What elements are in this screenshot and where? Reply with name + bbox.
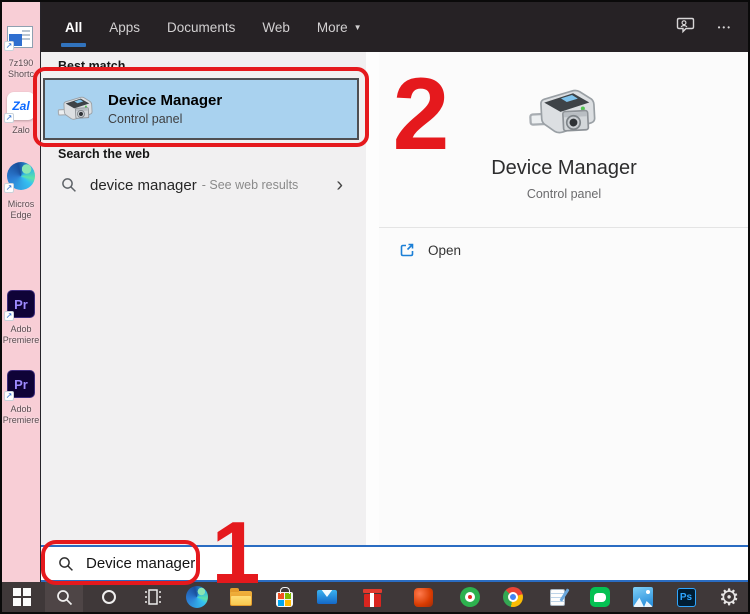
- best-match-title: Device Manager: [108, 92, 222, 109]
- taskbar-search-button[interactable]: [45, 582, 83, 612]
- search-icon: [61, 177, 77, 193]
- options-ellipsis-icon[interactable]: •••: [718, 23, 732, 32]
- tab-web[interactable]: Web: [262, 2, 290, 52]
- gift-icon: [364, 594, 381, 607]
- taskbar-gift-app[interactable]: [357, 582, 387, 612]
- windows-logo-icon: [13, 588, 31, 606]
- tab-more[interactable]: More ▼: [317, 2, 362, 52]
- store-icon: [276, 592, 293, 607]
- desktop-icon-label: Zalo: [2, 125, 40, 136]
- gear-icon: ⚙: [719, 586, 740, 609]
- web-result-device-manager[interactable]: device manager - See web results ›: [43, 166, 359, 204]
- taskbar-chrome[interactable]: [498, 582, 528, 612]
- text-caret: [197, 555, 199, 573]
- dartboard-icon: [460, 587, 480, 607]
- web-result-suffix: - See web results: [202, 178, 299, 192]
- shortcut-arrow-icon: ↗: [4, 41, 14, 51]
- open-icon: [399, 242, 415, 258]
- results-panel: Best match Devic: [41, 52, 366, 545]
- preview-title: Device Manager: [379, 157, 749, 180]
- desktop-icon-label: Premiere: [2, 415, 40, 426]
- desktop-icon-premiere-2[interactable]: Pr ↗: [7, 370, 35, 398]
- chevron-right-icon[interactable]: ›: [336, 175, 343, 195]
- scrollbar[interactable]: [366, 52, 379, 545]
- chrome-icon: [503, 587, 523, 607]
- desktop-background: ↗ 7z190 Shortc Zal ↗ Zalo ↗ Micros Edge …: [2, 2, 40, 582]
- device-manager-icon: [57, 93, 95, 126]
- feedback-icon[interactable]: [676, 16, 696, 39]
- desktop-icon-label: Premiere: [2, 335, 40, 346]
- task-view-button[interactable]: [138, 582, 168, 612]
- taskbar-office[interactable]: [408, 582, 438, 612]
- taskbar-store[interactable]: [269, 582, 299, 612]
- chevron-down-icon: ▼: [354, 23, 362, 32]
- taskbar-photoshop[interactable]: Ps: [671, 582, 701, 612]
- search-input[interactable]: Device manager: [41, 545, 749, 582]
- desktop-icon-label: 7z190: [2, 58, 40, 69]
- photoshop-icon: Ps: [677, 588, 696, 607]
- open-action[interactable]: Open: [379, 228, 749, 258]
- best-match-subtitle: Control panel: [108, 112, 222, 126]
- open-label: Open: [428, 243, 461, 258]
- cortana-button[interactable]: [94, 582, 124, 612]
- best-match-result-device-manager[interactable]: Device Manager Control panel: [43, 78, 359, 140]
- taskbar-photos[interactable]: [628, 582, 658, 612]
- taskbar-mail[interactable]: [312, 582, 342, 612]
- search-filter-bar: All Apps Documents Web More ▼ •••: [41, 2, 748, 52]
- preview-panel: Device Manager Control panel Open: [379, 52, 749, 545]
- tab-apps[interactable]: Apps: [109, 2, 140, 52]
- shortcut-arrow-icon: ↗: [4, 311, 14, 321]
- taskbar-edge[interactable]: [182, 582, 212, 612]
- taskbar-line[interactable]: [585, 582, 615, 612]
- search-icon: [56, 589, 73, 606]
- device-manager-icon-large: [528, 82, 600, 146]
- taskbar-target-app[interactable]: [455, 582, 485, 612]
- desktop-icon-zalo[interactable]: Zal ↗: [7, 92, 35, 120]
- best-match-header: Best match: [58, 59, 125, 73]
- preview-subtitle: Control panel: [379, 187, 749, 201]
- search-web-header: Search the web: [58, 147, 150, 161]
- office-icon: [414, 588, 433, 607]
- search-input-value: Device manager: [86, 555, 195, 572]
- shortcut-arrow-icon: ↗: [4, 113, 14, 123]
- photos-icon: [633, 587, 653, 607]
- desktop-icon-edge[interactable]: ↗: [7, 162, 35, 190]
- shortcut-arrow-icon: ↗: [4, 391, 14, 401]
- cortana-icon: [102, 590, 116, 604]
- edge-icon: [186, 586, 208, 608]
- desktop-icon-label: Micros: [2, 199, 40, 210]
- desktop-icon-7zip[interactable]: ↗: [7, 26, 33, 48]
- search-icon: [58, 556, 74, 572]
- task-view-icon: [144, 589, 162, 605]
- shortcut-arrow-icon: ↗: [4, 183, 14, 193]
- taskbar: Ps ⚙: [2, 582, 748, 612]
- desktop-icon-label: Shortc: [2, 69, 40, 80]
- folder-icon: [230, 591, 252, 606]
- tab-documents[interactable]: Documents: [167, 2, 235, 52]
- web-result-query: device manager: [90, 177, 197, 194]
- notepad-icon: [550, 589, 565, 606]
- line-messenger-icon: [590, 587, 610, 607]
- mail-icon: [317, 590, 337, 604]
- desktop-icon-label: Edge: [2, 210, 40, 221]
- search-flyout: All Apps Documents Web More ▼ •••: [40, 2, 748, 582]
- desktop-icon-label: Adob: [2, 404, 40, 415]
- tab-all[interactable]: All: [65, 2, 82, 52]
- desktop-icon-premiere-1[interactable]: Pr ↗: [7, 290, 35, 318]
- taskbar-notepad[interactable]: [542, 582, 572, 612]
- windows-search-screen: ↗ 7z190 Shortc Zal ↗ Zalo ↗ Micros Edge …: [0, 0, 750, 614]
- taskbar-settings[interactable]: ⚙: [714, 582, 744, 612]
- start-button[interactable]: [7, 582, 37, 612]
- taskbar-file-explorer[interactable]: [226, 582, 256, 612]
- desktop-icon-label: Adob: [2, 324, 40, 335]
